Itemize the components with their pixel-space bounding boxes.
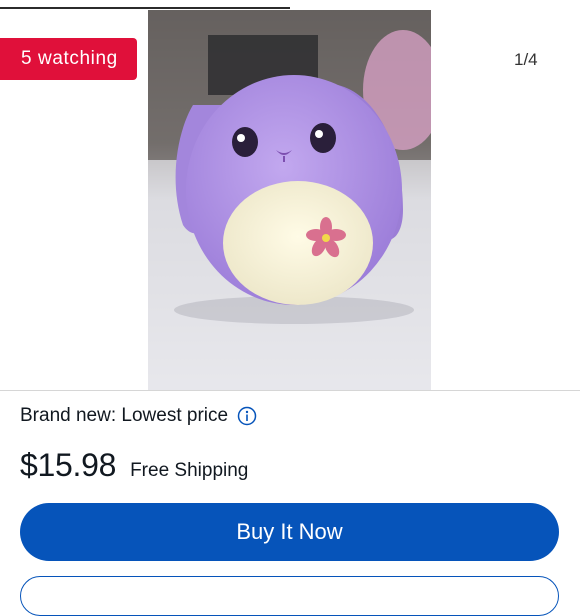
price: $15.98 (20, 447, 117, 483)
image-progress-bar (0, 0, 580, 9)
image-progress-fill (0, 7, 290, 9)
divider (0, 390, 580, 391)
condition-row: Brand new: Lowest price (20, 405, 257, 427)
product-photo[interactable] (148, 10, 431, 390)
condition-label: Brand new: Lowest price (20, 405, 229, 426)
shipping-label: Free Shipping (130, 460, 249, 481)
watching-badge: 5 watching (0, 38, 137, 80)
plush-bunny-image (148, 10, 431, 390)
secondary-button[interactable] (20, 576, 559, 616)
image-gallery[interactable]: 5 watching 1/4 (0, 10, 580, 390)
image-counter: 1/4 (514, 50, 538, 69)
buy-it-now-button[interactable]: Buy It Now (20, 503, 559, 561)
info-icon[interactable] (237, 406, 257, 426)
price-row: $15.98 Free Shipping (20, 447, 248, 484)
